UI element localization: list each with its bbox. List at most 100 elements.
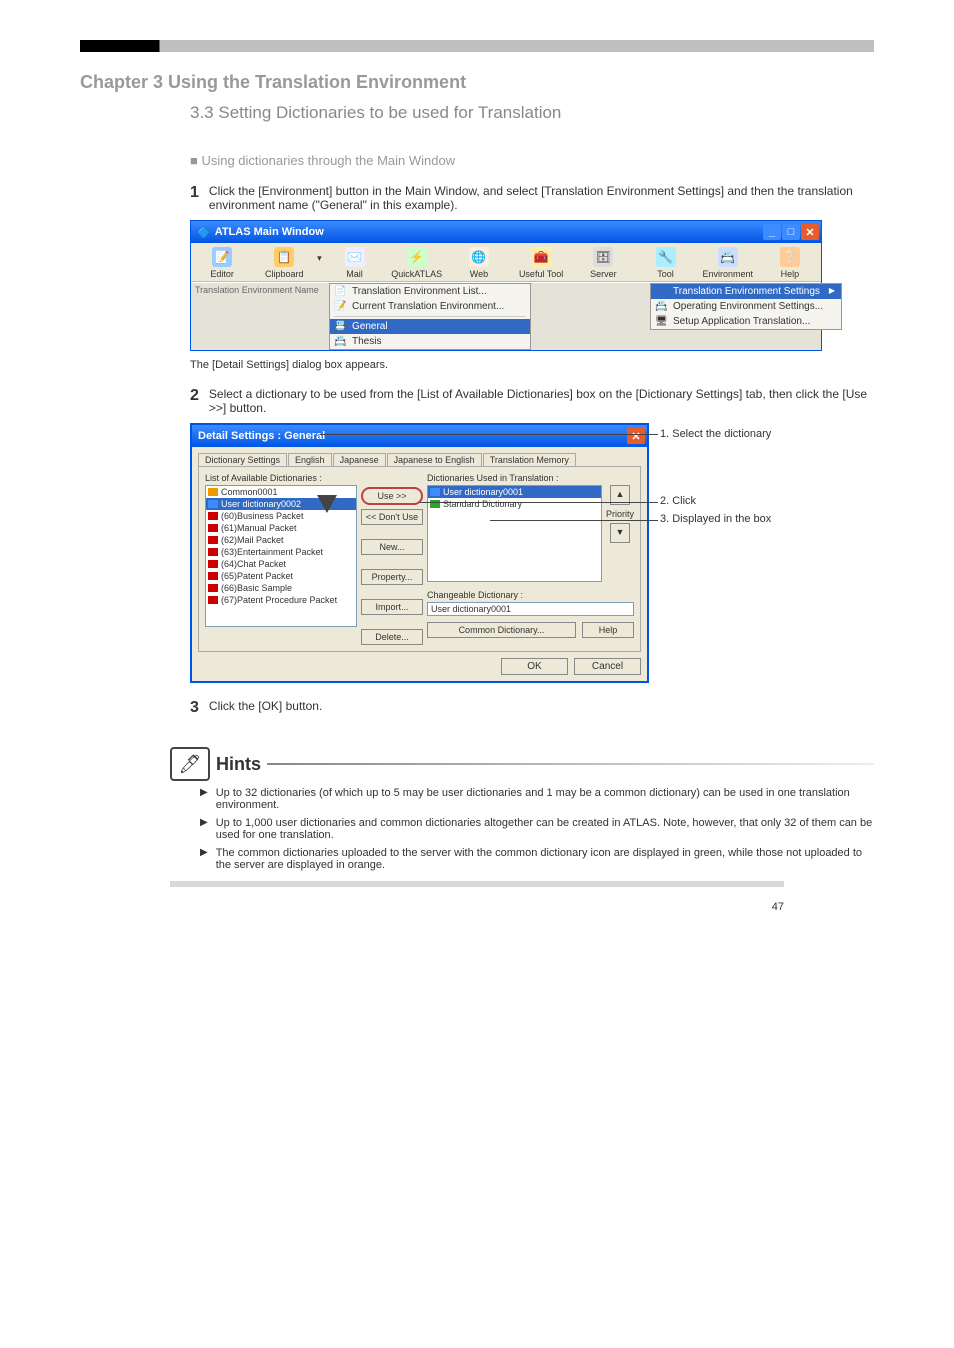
hints-icon: 🖊 xyxy=(170,747,210,781)
app-icon: 🔷 xyxy=(197,226,211,239)
subsection-heading: ■ Using dictionaries through the Main Wi… xyxy=(190,153,874,168)
hint-item: ▶Up to 32 dictionaries (of which up to 5… xyxy=(200,787,874,811)
help-button[interactable]: Help xyxy=(582,622,634,638)
dictionary-icon xyxy=(208,524,218,532)
bullet-icon: ▶ xyxy=(200,847,208,871)
cancel-button[interactable]: Cancel xyxy=(574,658,641,675)
menu-item-current-env[interactable]: 📝Current Translation Environment... xyxy=(330,299,530,314)
tool-server[interactable]: 🗄Server xyxy=(572,243,634,281)
hints-block: 🖊 Hints ▶Up to 32 dictionaries (of which… xyxy=(170,747,874,871)
dont-use-button[interactable]: << Don't Use xyxy=(361,509,423,525)
tool-web[interactable]: 🌐Web xyxy=(448,243,510,281)
dialog-title: Detail Settings : General xyxy=(198,430,325,442)
tab-body: List of Available Dictionaries : Common0… xyxy=(198,466,641,652)
dictionary-icon xyxy=(208,512,218,520)
menu-environment: Translation Environment Settings▶ 📇Opera… xyxy=(650,283,842,330)
priority-down-button[interactable]: ▼ xyxy=(610,523,630,543)
tool-mail[interactable]: ✉️Mail xyxy=(323,243,385,281)
priority-label: Priority xyxy=(606,509,634,519)
ok-button[interactable]: OK xyxy=(501,658,568,675)
step-1: 1 Click the [Environment] button in the … xyxy=(190,184,874,212)
step-num: 1 xyxy=(190,184,199,212)
import-button[interactable]: Import... xyxy=(361,599,423,615)
menu-item-thesis[interactable]: 📇Thesis xyxy=(330,334,530,349)
close-button[interactable]: ✕ xyxy=(801,224,819,240)
changeable-field: User dictionary0001 xyxy=(427,602,634,616)
dialog-close-button[interactable]: ✕ xyxy=(627,428,645,444)
property-button[interactable]: Property... xyxy=(361,569,423,585)
bullet-icon: ▶ xyxy=(200,787,208,811)
tool-tool[interactable]: 🔧Tool xyxy=(634,243,696,281)
list-item: (62)Mail Packet xyxy=(206,534,356,546)
menu-item-env-list[interactable]: 📄Translation Environment List... xyxy=(330,284,530,299)
tool-environment[interactable]: 📇Environment xyxy=(697,243,759,281)
tool-quickatlas[interactable]: ⚡QuickATLAS xyxy=(386,243,448,281)
dictionary-icon xyxy=(208,560,218,568)
list-used-dictionaries[interactable]: User dictionary0001 Standard Dictionary xyxy=(427,485,602,582)
atlas-toolbar: 📝Editor 📋Clipboard ▾ ✉️Mail ⚡QuickATLAS … xyxy=(191,243,821,282)
callout-2: 2. Click xyxy=(660,495,696,507)
dictionary-icon xyxy=(208,500,218,508)
dictionary-icon xyxy=(208,572,218,580)
step-2: 2 Select a dictionary to be used from th… xyxy=(190,387,874,415)
callout-line xyxy=(490,520,658,521)
step-num: 2 xyxy=(190,387,199,415)
dictionary-icon xyxy=(208,596,218,604)
callout-3: 3. Displayed in the box xyxy=(660,513,771,525)
dictionary-icon xyxy=(208,536,218,544)
tool-clipboard[interactable]: 📋Clipboard xyxy=(253,243,315,281)
bottom-rule xyxy=(170,881,784,887)
top-rule xyxy=(80,40,874,52)
menu-item-trans-env-settings[interactable]: Translation Environment Settings▶ xyxy=(651,284,841,299)
callout-line xyxy=(320,434,658,435)
status-left: Translation Environment Name xyxy=(191,283,330,350)
figure-atlas-window: 🔷 ATLAS Main Window _ □ ✕ 📝Editor 📋Clipb… xyxy=(190,220,874,351)
maximize-button[interactable]: □ xyxy=(782,224,800,240)
menu-item-operating-env[interactable]: 📇Operating Environment Settings... xyxy=(651,299,841,314)
list-item: User dictionary0001 xyxy=(428,486,601,498)
window-title: ATLAS Main Window xyxy=(215,226,324,238)
middle-buttons: Use >> << Don't Use New... Property... I… xyxy=(361,473,423,645)
hints-title: Hints xyxy=(216,754,261,775)
list-item: Standard Dictionary xyxy=(428,498,601,510)
use-button[interactable]: Use >> xyxy=(361,487,423,505)
menu-item-setup-app[interactable]: 🖥Setup Application Translation... xyxy=(651,314,841,329)
dictionary-icon xyxy=(430,488,440,496)
list-item: (63)Entertainment Packet xyxy=(206,546,356,558)
bullet-icon: ▶ xyxy=(200,817,208,841)
tool-useful[interactable]: 🧰Useful Tool xyxy=(510,243,572,281)
tab-dictionary-settings[interactable]: Dictionary Settings xyxy=(198,453,287,466)
minimize-button[interactable]: _ xyxy=(763,224,781,240)
tabs-row: Dictionary Settings English Japanese Jap… xyxy=(198,453,641,466)
used-label: Dictionaries Used in Translation : xyxy=(427,473,634,483)
step-text: Select a dictionary to be used from the … xyxy=(209,387,874,415)
callout-1: 1. Select the dictionary xyxy=(660,428,771,440)
step1-result: The [Detail Settings] dialog box appears… xyxy=(190,359,874,371)
submenu-arrow-icon: ▶ xyxy=(829,286,835,295)
step-3: 3 Click the [OK] button. xyxy=(190,699,874,717)
list-item: (65)Patent Packet xyxy=(206,570,356,582)
hints-rule xyxy=(267,763,874,765)
new-button[interactable]: New... xyxy=(361,539,423,555)
tool-help[interactable]: ❔Help xyxy=(759,243,821,281)
menu-separator xyxy=(334,316,526,317)
common-dictionary-button[interactable]: Common Dictionary... xyxy=(427,622,576,638)
step-text: Click the [OK] button. xyxy=(209,699,874,717)
callout-line xyxy=(420,502,658,503)
dictionary-icon xyxy=(208,548,218,556)
dictionary-icon xyxy=(208,584,218,592)
tab-translation-memory[interactable]: Translation Memory xyxy=(483,453,576,466)
chapter-head: Chapter 3 Using the Translation Environm… xyxy=(80,72,874,93)
menu-item-general[interactable]: 📇General xyxy=(330,319,530,334)
hint-item: ▶The common dictionaries uploaded to the… xyxy=(200,847,874,871)
figure-dialog: Detail Settings : General ✕ Dictionary S… xyxy=(190,423,874,683)
delete-button[interactable]: Delete... xyxy=(361,629,423,645)
status-bar: Translation Environment Name 📄Translatio… xyxy=(191,282,821,350)
tool-editor[interactable]: 📝Editor xyxy=(191,243,253,281)
window-titlebar: 🔷 ATLAS Main Window _ □ ✕ xyxy=(191,221,821,243)
tab-jp-to-en[interactable]: Japanese to English xyxy=(387,453,482,466)
section-title: 3.3 Setting Dictionaries to be used for … xyxy=(190,103,874,123)
annotation-arrow-icon xyxy=(312,440,342,515)
step-num: 3 xyxy=(190,699,199,717)
list-item: (61)Manual Packet xyxy=(206,522,356,534)
